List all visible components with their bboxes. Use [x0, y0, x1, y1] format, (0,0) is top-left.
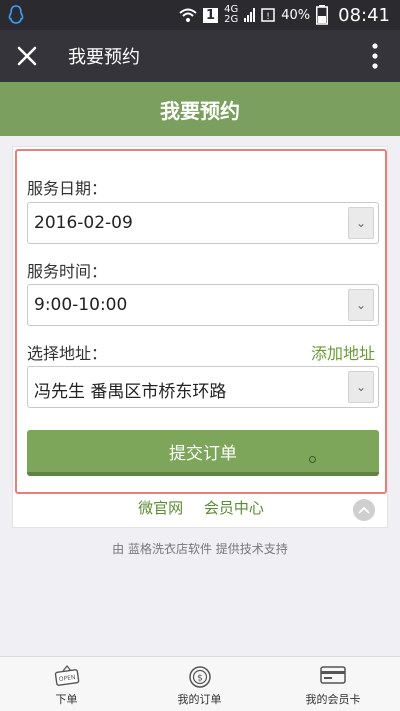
page-title: 我要预约: [0, 82, 400, 136]
tab-my-orders[interactable]: $ 我的订单: [133, 657, 266, 711]
sim-card-icon: !: [261, 8, 275, 22]
footer-links: 微官网 会员中心: [13, 497, 389, 518]
address-label: 选择地址：: [27, 344, 108, 363]
official-site-link[interactable]: 微官网: [138, 499, 183, 517]
member-center-link[interactable]: 会员中心: [204, 499, 264, 517]
powered-by-text: 由 蓝格洗衣店软件 提供技术支持: [112, 542, 288, 556]
add-address-link[interactable]: 添加地址: [311, 340, 375, 364]
signal-icon: [244, 8, 256, 22]
tab-my-orders-label: 我的订单: [177, 693, 222, 706]
more-vertical-icon[interactable]: [372, 42, 378, 70]
booking-form: 服务日期： 2016-02-09 ⌄ 服务时间： 9:00-10:00 ⌄ 选择…: [15, 149, 387, 494]
battery-percent: 40%: [281, 7, 311, 23]
date-label: 服务日期：: [27, 179, 108, 198]
date-select[interactable]: 2016-02-09 ⌄: [27, 202, 379, 244]
qq-icon: [8, 5, 24, 24]
sim-badge: 1: [203, 7, 219, 23]
wifi-icon: [179, 8, 197, 22]
chevron-down-icon[interactable]: ⌄: [348, 289, 374, 321]
svg-text:$: $: [197, 674, 203, 684]
close-icon[interactable]: [14, 43, 40, 69]
back-to-top-button[interactable]: [353, 499, 375, 521]
date-value: 2016-02-09: [34, 213, 133, 233]
tab-member-card-label: 我的会员卡: [305, 693, 361, 706]
tab-member-card[interactable]: 我的会员卡: [266, 657, 400, 711]
dollar-coin-icon: $: [188, 666, 211, 688]
touch-indicator: [309, 456, 316, 463]
chevron-down-icon[interactable]: ⌄: [348, 207, 374, 239]
tab-order[interactable]: OPEN 下单: [0, 657, 133, 711]
chevron-up-icon: [358, 506, 370, 514]
network-bottom: 2G: [224, 14, 239, 25]
clock: 08:41: [338, 4, 390, 26]
time-value: 9:00-10:00: [34, 295, 128, 315]
network-type: 4G 2G: [224, 5, 238, 25]
submit-order-button[interactable]: 提交订单: [27, 430, 379, 476]
card-icon: [320, 666, 346, 684]
chevron-down-icon[interactable]: ⌄: [348, 371, 374, 403]
tab-order-label: 下单: [55, 693, 78, 706]
bottom-tab-bar: OPEN 下单 $ 我的订单 我的会员卡: [0, 656, 400, 711]
app-bar: 我要预约: [0, 30, 400, 82]
booking-card: 服务日期： 2016-02-09 ⌄ 服务时间： 9:00-10:00 ⌄ 选择…: [12, 146, 388, 528]
open-sign-icon: OPEN: [54, 665, 79, 686]
time-select[interactable]: 9:00-10:00 ⌄: [27, 284, 379, 326]
svg-text:!: !: [266, 12, 270, 22]
battery-icon: [316, 5, 329, 25]
address-select[interactable]: 冯先生 番禺区市桥东环路 ⌄: [27, 366, 379, 408]
app-bar-title: 我要预约: [68, 47, 140, 68]
submit-order-label: 提交订单: [169, 443, 237, 464]
time-label: 服务时间：: [27, 262, 108, 281]
address-value: 冯先生 番禺区市桥东环路: [34, 382, 227, 402]
status-bar: 1 4G 2G ! 40% 08:41: [0, 0, 400, 30]
